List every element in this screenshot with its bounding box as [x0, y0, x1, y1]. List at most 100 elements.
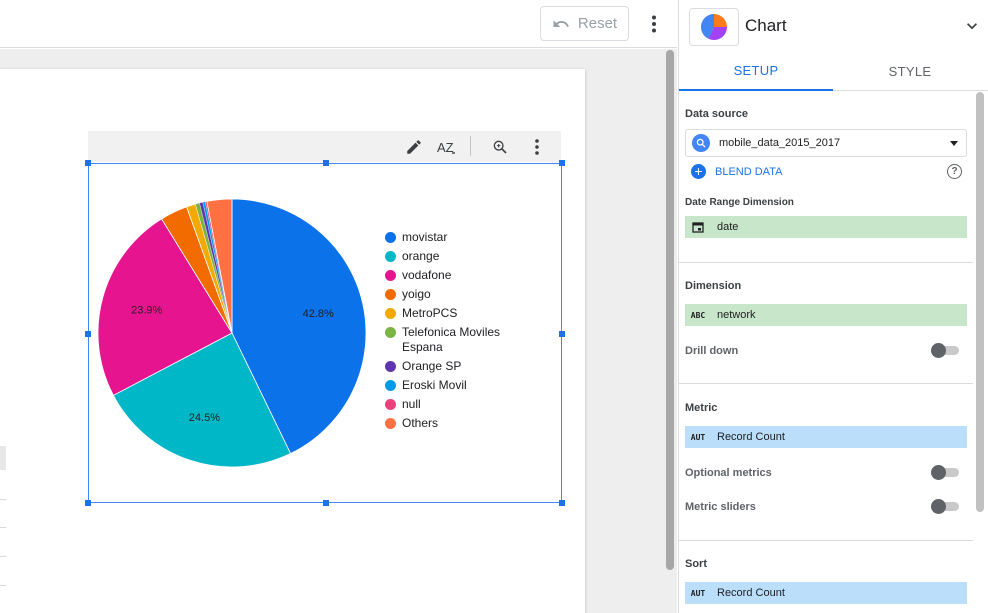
legend-swatch — [385, 270, 396, 281]
legend-item[interactable]: null — [385, 397, 555, 412]
legend-swatch — [385, 418, 396, 429]
pencil-icon[interactable] — [404, 137, 424, 157]
metric-sliders-label: Metric sliders — [685, 501, 756, 513]
canvas-scrollbar[interactable] — [666, 50, 674, 570]
section-divider — [679, 262, 973, 263]
tab-style[interactable]: STYLE — [833, 52, 987, 91]
dimension-chip[interactable]: ABC network — [685, 304, 967, 326]
legend-item[interactable]: yoigo — [385, 287, 555, 302]
metric-value: Record Count — [717, 431, 785, 443]
legend-swatch — [385, 399, 396, 410]
legend-item[interactable]: Telefonica Moviles Espana — [385, 325, 555, 355]
legend-label: MetroPCS — [402, 306, 458, 320]
legend-swatch — [385, 380, 396, 391]
auto-type-icon: AUT — [690, 432, 706, 442]
legend-item[interactable]: Others — [385, 416, 555, 431]
metric-chip[interactable]: AUT Record Count — [685, 426, 967, 448]
legend-swatch — [385, 251, 396, 262]
optional-metrics-toggle[interactable] — [931, 465, 959, 480]
pie-chart-icon — [700, 13, 727, 41]
slice-data-label: 24.5% — [189, 412, 220, 424]
section-divider — [679, 540, 973, 541]
zoom-icon[interactable] — [490, 137, 510, 157]
optional-metrics-label: Optional metrics — [685, 467, 772, 479]
dimension-value: network — [717, 309, 756, 321]
legend-swatch — [385, 308, 396, 319]
chart-legend: movistar orange vodafone yoigo MetroPCS Telef… — [385, 230, 555, 435]
panel-header: Chart — [679, 0, 988, 52]
slice-data-label: 42.8% — [303, 308, 334, 320]
sort-value: Record Count — [717, 587, 785, 599]
page-edge-marker — [0, 527, 6, 528]
legend-label: movistar — [402, 230, 448, 244]
legend-swatch — [385, 361, 396, 372]
toggle-knob — [931, 465, 946, 480]
calendar-icon — [685, 216, 711, 238]
report-toolbar: Reset — [0, 0, 677, 48]
legend-label: Telefonica Moviles Espana — [402, 325, 501, 354]
sort-az-text: AZ — [437, 140, 454, 155]
legend-label: yoigo — [402, 287, 431, 301]
data-source-select[interactable]: mobile_data_2015_2017 — [685, 129, 967, 157]
page-edge-marker — [0, 499, 6, 500]
legend-label: vodafone — [402, 268, 452, 282]
data-source-heading: Data source — [685, 108, 748, 120]
chevron-down-icon[interactable] — [962, 16, 982, 36]
panel-tabs: SETUP STYLE — [679, 52, 988, 91]
legend-swatch — [385, 327, 396, 338]
help-icon[interactable]: ? — [947, 164, 962, 179]
data-source-value: mobile_data_2015_2017 — [719, 137, 841, 149]
metric-heading: Metric — [685, 402, 718, 414]
report-editor: Reset AZ 42.8% 24.5% 23.9% movistar oran… — [0, 0, 988, 613]
legend-label: Others — [402, 416, 439, 430]
chart-more-button[interactable] — [527, 137, 547, 157]
legend-item[interactable]: orange — [385, 249, 555, 264]
legend-item[interactable]: movistar — [385, 230, 555, 245]
reset-label: Reset — [577, 15, 618, 32]
legend-swatch — [385, 289, 396, 300]
plus-icon: + — [691, 164, 706, 179]
legend-label: null — [402, 397, 421, 411]
slice-data-label: 23.9% — [131, 305, 162, 317]
legend-item[interactable]: vodafone — [385, 268, 555, 283]
sort-az-icon[interactable]: AZ — [436, 137, 458, 157]
more-vert-icon — [535, 139, 539, 155]
page-edge-marker — [0, 446, 6, 470]
blend-data-button[interactable]: + BLEND DATA — [691, 164, 782, 179]
metric-sliders-toggle[interactable] — [931, 499, 959, 514]
undo-icon — [553, 19, 569, 27]
page-edge-marker — [0, 585, 6, 586]
date-range-value: date — [717, 221, 739, 233]
properties-panel: Chart SETUP STYLE Data source mobile_dat… — [678, 0, 988, 613]
caret-down-icon — [950, 141, 958, 146]
tab-setup[interactable]: SETUP — [679, 52, 833, 91]
drill-down-toggle[interactable] — [931, 343, 959, 358]
text-type-icon: ABC — [690, 310, 706, 320]
date-range-chip[interactable]: date — [685, 216, 967, 238]
legend-label: Eroski Movil — [402, 378, 467, 392]
section-divider — [679, 383, 973, 384]
more-vert-icon — [652, 15, 656, 33]
auto-type-icon: AUT — [690, 588, 706, 598]
dimension-heading: Dimension — [685, 280, 742, 292]
chart-header-toolbar: AZ — [88, 131, 561, 162]
toolbar-separator — [470, 136, 471, 156]
legend-label: orange — [402, 249, 440, 263]
drill-down-label: Drill down — [685, 345, 739, 357]
blend-data-label: BLEND DATA — [715, 165, 783, 178]
toggle-knob — [931, 343, 946, 358]
legend-item[interactable]: MetroPCS — [385, 306, 555, 321]
more-options-button[interactable] — [642, 10, 666, 38]
panel-scrollbar[interactable] — [976, 92, 984, 512]
chart-type-picker[interactable] — [689, 8, 739, 46]
panel-title: Chart — [745, 16, 787, 35]
legend-item[interactable]: Eroski Movil — [385, 378, 555, 393]
legend-item[interactable]: Orange SP — [385, 359, 555, 374]
data-source-icon — [692, 134, 710, 152]
legend-swatch — [385, 232, 396, 243]
sort-heading: Sort — [685, 558, 707, 570]
reset-button[interactable]: Reset — [540, 6, 629, 41]
legend-label: Orange SP — [402, 359, 462, 373]
page-edge-marker — [0, 556, 6, 557]
sort-chip[interactable]: AUT Record Count — [685, 582, 967, 604]
